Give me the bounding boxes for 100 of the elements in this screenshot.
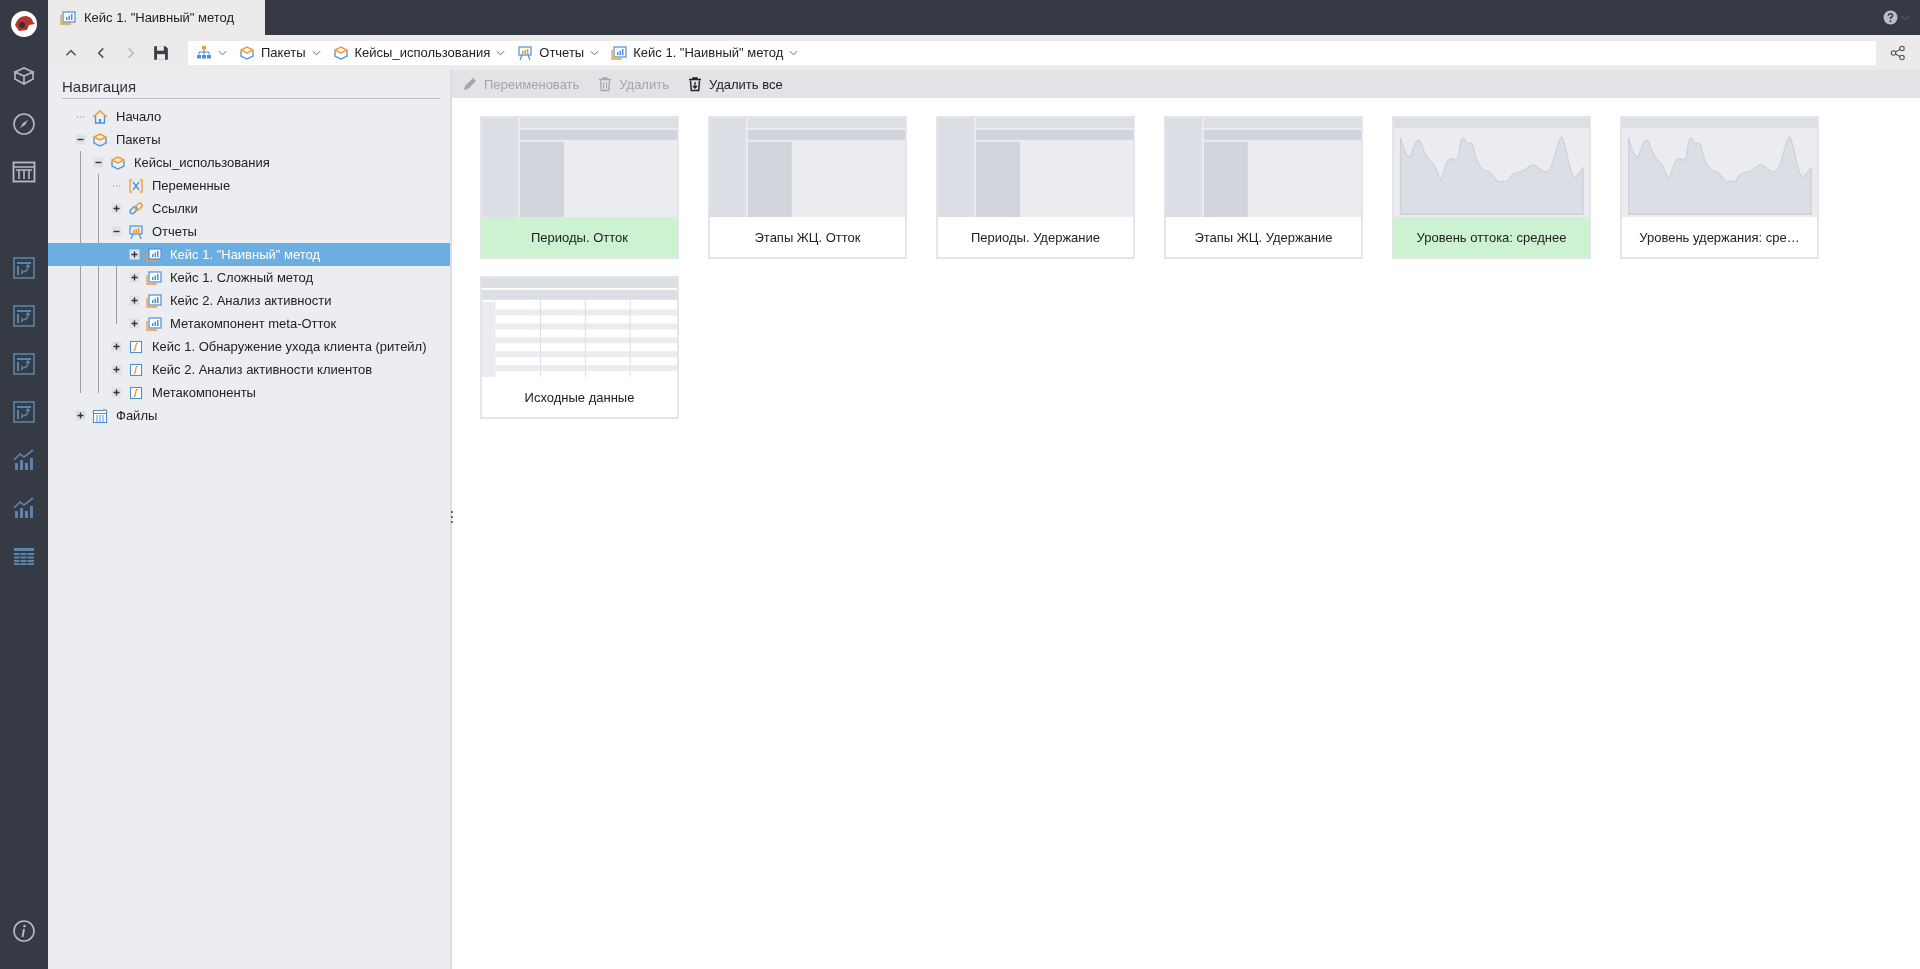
report-card[interactable]: Уровень оттока: среднее xyxy=(1392,116,1591,259)
function-icon xyxy=(128,338,144,355)
report-card[interactable]: Этапы ЖЦ. Удержание xyxy=(1164,116,1363,259)
expand-toggle-icon[interactable] xyxy=(128,272,140,283)
tree-item-label: Файлы xyxy=(116,408,158,423)
card-label: Уровень оттока: среднее xyxy=(1394,217,1589,257)
report-chart-icon xyxy=(146,246,162,263)
help-icon[interactable] xyxy=(1883,10,1898,25)
caret-icon xyxy=(1901,14,1910,21)
tree-item[interactable]: Переменные xyxy=(48,174,450,197)
report-card[interactable]: Уровень удержания: сре… xyxy=(1620,116,1819,259)
expand-toggle-icon[interactable] xyxy=(74,410,86,421)
collapse-toggle-icon[interactable] xyxy=(110,226,122,237)
caret-icon xyxy=(218,49,227,56)
package-icon xyxy=(110,154,126,171)
card-label: Этапы ЖЦ. Отток xyxy=(753,228,862,247)
cube-icon[interactable] xyxy=(12,64,36,88)
tree-item[interactable]: Кейс 2. Анализ активности xyxy=(48,289,450,312)
transform-icon[interactable] xyxy=(12,400,36,424)
transform-icon[interactable] xyxy=(12,304,36,328)
tree-item-label: Ссылки xyxy=(152,201,198,216)
tree-item[interactable]: Файлы xyxy=(48,404,450,427)
breadcrumb[interactable]: Кейсы_использования xyxy=(328,40,514,65)
function-icon xyxy=(128,361,144,378)
tree-item[interactable]: Метакомпоненты xyxy=(48,381,450,404)
tree-item-label: Кейс 2. Анализ активности клиентов xyxy=(152,362,373,377)
compass-icon[interactable] xyxy=(12,112,36,136)
transform-icon[interactable] xyxy=(12,256,36,280)
home-icon xyxy=(92,108,108,125)
tree-item[interactable]: Кейс 1. Сложный метод xyxy=(48,266,450,289)
pencil-icon xyxy=(462,76,478,92)
tree-item[interactable]: Кейс 1. Обнаружение ухода клиента (ритейл) xyxy=(48,335,450,358)
tree-item-label: Кейс 1. Сложный метод xyxy=(170,270,313,285)
chart-icon[interactable] xyxy=(12,448,36,472)
tab-title: Кейс 1. "Наивный" метод xyxy=(84,10,235,25)
tree-item[interactable]: Ссылки xyxy=(48,197,450,220)
panel-title: Навигация xyxy=(62,78,440,99)
expand-toggle-icon[interactable] xyxy=(128,318,140,329)
info-icon[interactable] xyxy=(12,919,36,943)
tree-item[interactable]: Метакомпонент meta-Отток xyxy=(48,312,450,335)
toolbar-button[interactable]: Удалить все xyxy=(686,76,783,92)
breadcrumb[interactable]: Пакеты xyxy=(235,40,329,65)
chart-icon[interactable] xyxy=(12,496,36,520)
report-card[interactable]: Периоды. Отток xyxy=(480,116,679,259)
link-icon xyxy=(128,200,144,217)
breadcrumb[interactable]: Отчеты xyxy=(513,40,608,65)
tree-item-label: Переменные xyxy=(152,178,231,193)
share-icon[interactable] xyxy=(1890,44,1906,61)
report-chart-icon xyxy=(146,315,162,332)
files-grid-icon xyxy=(92,407,108,424)
breadcrumb[interactable]: Кейс 1. "Наивный" метод xyxy=(607,40,807,65)
expand-toggle-icon[interactable] xyxy=(128,249,140,260)
report-chart-icon xyxy=(146,269,162,286)
tree-item-label: Метакомпонент meta-Отток xyxy=(170,316,337,331)
expand-toggle-icon[interactable] xyxy=(110,341,122,352)
trash-icon xyxy=(597,76,614,92)
tree-item-label: Кейс 2. Анализ активности xyxy=(170,293,332,308)
tree-item[interactable]: Кейс 2. Анализ активности клиентов xyxy=(48,358,450,381)
expand-toggle-icon[interactable] xyxy=(110,203,122,214)
presentation-chart-icon xyxy=(128,223,144,240)
package-icon xyxy=(92,131,108,148)
tree-item-label: Кейс 1. Обнаружение ухода клиента (ритейл) xyxy=(152,339,427,354)
caret-icon xyxy=(496,49,506,56)
card-label: Этапы ЖЦ. Удержание xyxy=(1193,228,1334,247)
tree-item[interactable]: Отчеты xyxy=(48,220,450,243)
collapse-toggle-icon[interactable] xyxy=(92,157,104,168)
expand-toggle-icon[interactable] xyxy=(110,387,122,398)
logo-icon[interactable] xyxy=(10,10,38,38)
report-card[interactable]: Этапы ЖЦ. Отток xyxy=(708,116,907,259)
card-label: Периоды. Удержание xyxy=(969,228,1102,247)
table-grid-icon[interactable] xyxy=(12,160,36,184)
package-icon xyxy=(239,44,255,61)
tree-item[interactable]: Начало xyxy=(48,105,450,128)
presentation-chart-icon xyxy=(517,44,534,61)
document-tab[interactable]: Кейс 1. "Наивный" метод xyxy=(48,0,265,35)
tree-item-label: Начало xyxy=(116,109,162,124)
tree-item-label: Метакомпоненты xyxy=(152,385,256,400)
report-chart-icon xyxy=(60,9,76,26)
report-chart-icon xyxy=(611,44,628,61)
report-card[interactable]: Исходные данные xyxy=(480,276,679,419)
caret-icon xyxy=(789,49,799,56)
expand-toggle-icon[interactable] xyxy=(128,295,140,306)
caret-icon xyxy=(590,49,600,56)
transform-icon[interactable] xyxy=(12,352,36,376)
package-icon xyxy=(332,44,349,61)
caret-icon xyxy=(311,49,321,56)
tree-item-label: Кейс 1. "Наивный" метод xyxy=(170,247,321,262)
hierarchy-icon xyxy=(196,44,212,61)
tree-item-label: Отчеты xyxy=(152,224,197,239)
report-chart-icon xyxy=(146,292,162,309)
card-label: Уровень удержания: сре… xyxy=(1638,228,1801,247)
tree-item-label: Пакеты xyxy=(116,132,161,147)
variable-bracket-icon xyxy=(128,177,144,194)
collapse-toggle-icon[interactable] xyxy=(74,134,86,145)
splitter-handle-icon[interactable] xyxy=(450,510,454,524)
tree-item[interactable]: Кейсы_использования xyxy=(48,151,450,174)
report-card[interactable]: Периоды. Удержание xyxy=(936,116,1135,259)
card-label: Периоды. Отток xyxy=(482,217,677,257)
expand-toggle-icon[interactable] xyxy=(110,364,122,375)
tree-item[interactable]: Пакеты xyxy=(48,128,450,151)
